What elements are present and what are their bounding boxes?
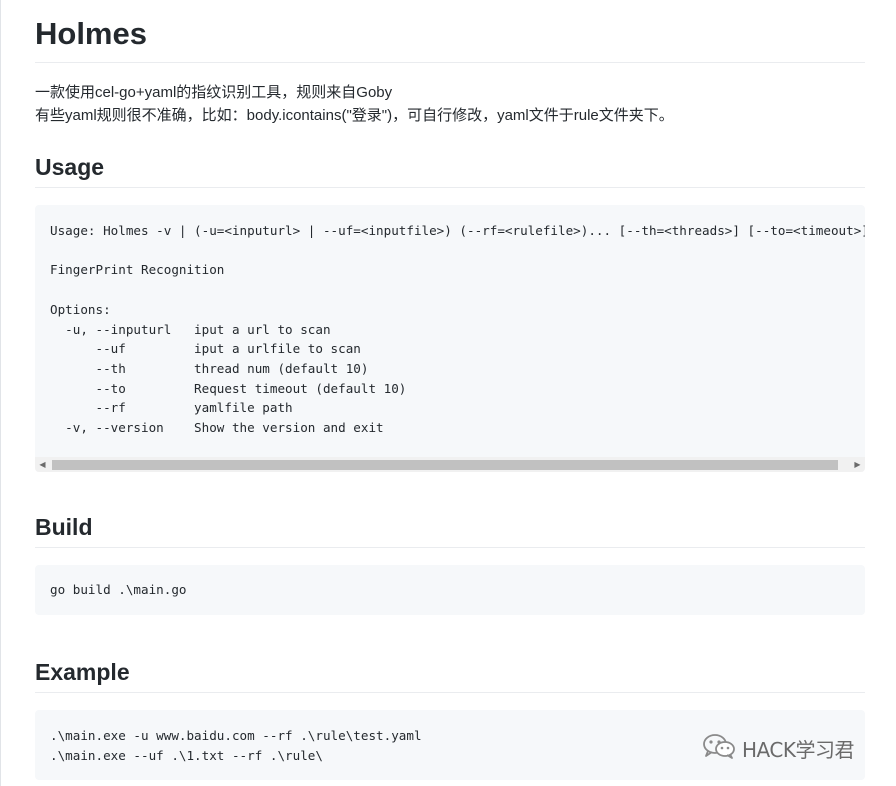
build-heading: Build: [35, 511, 865, 548]
usage-code: Usage: Holmes -v | (-u=<inputurl> | --uf…: [50, 223, 865, 436]
intro-line-2: 有些yaml规则很不准确，比如：body.icontains("登录")，可自行…: [35, 107, 674, 124]
build-code-block[interactable]: go build .\main.go: [35, 565, 865, 615]
usage-heading: Usage: [35, 151, 865, 188]
scroll-right-icon[interactable]: ▶: [850, 457, 865, 472]
build-code: go build .\main.go: [50, 582, 187, 597]
example-heading: Example: [35, 656, 865, 693]
intro-text: 一款使用cel-go+yaml的指纹识别工具，规则来自Goby 有些yaml规则…: [35, 81, 865, 127]
intro-line-1: 一款使用cel-go+yaml的指纹识别工具，规则来自Goby: [35, 84, 393, 101]
horizontal-scrollbar[interactable]: ◀ ▶: [35, 457, 865, 472]
left-border: [0, 0, 1, 786]
watermark: HACK学习君: [702, 733, 854, 763]
wechat-icon: [702, 733, 736, 764]
scrollbar-thumb[interactable]: [52, 460, 838, 470]
scroll-left-icon[interactable]: ◀: [35, 457, 50, 472]
page-title: Holmes: [35, 14, 865, 63]
watermark-text: HACK学习君: [742, 737, 854, 762]
usage-code-block[interactable]: Usage: Holmes -v | (-u=<inputurl> | --uf…: [35, 205, 865, 472]
